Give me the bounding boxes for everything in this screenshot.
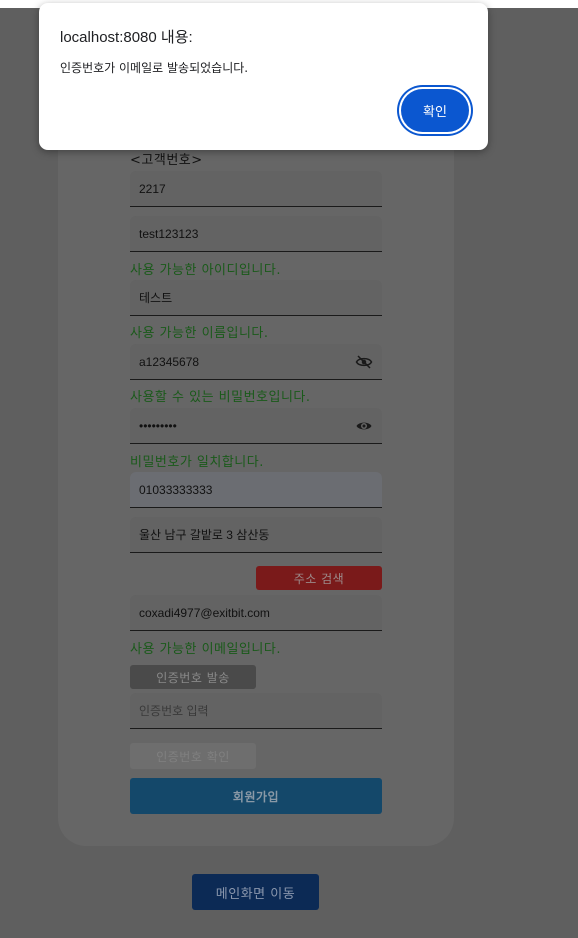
verification-code-placeholder: 인증번호 입력 [139, 704, 209, 718]
password-status: 사용할 수 있는 비밀번호입니다. [130, 390, 311, 405]
name-value: 테스트 [139, 291, 173, 305]
dialog-title: localhost:8080 내용: [60, 29, 193, 46]
phone-value: 01033333333 [139, 482, 213, 497]
eye-icon[interactable] [354, 417, 374, 435]
email-input[interactable]: coxadi4977@exitbit.com [130, 595, 382, 631]
password-input[interactable]: a12345678 [130, 344, 382, 380]
user-id-input[interactable]: test123123 [130, 216, 382, 252]
verification-code-input[interactable]: 인증번호 입력 [130, 693, 382, 729]
password-confirm-status: 비밀번호가 일치합니다. [130, 455, 264, 470]
alert-dialog: localhost:8080 내용: 인증번호가 이메일로 발송되었습니다. 확… [39, 3, 488, 150]
verify-code-button[interactable]: 인증번호 확인 [130, 743, 256, 769]
address-search-button[interactable]: 주소 검색 [256, 566, 382, 590]
password-confirm-input[interactable]: ••••••••• [130, 408, 382, 444]
signup-button[interactable]: 회원가입 [130, 778, 382, 814]
customer-number-label: <고객번호> [130, 153, 203, 168]
eye-slash-icon[interactable] [354, 353, 374, 371]
address-input[interactable]: 울산 남구 갈밭로 3 삼산동 [130, 517, 382, 553]
password-value: a12345678 [139, 354, 200, 369]
go-main-button[interactable]: 메인화면 이동 [192, 874, 319, 910]
customer-number-value: 2217 [139, 181, 166, 196]
address-value: 울산 남구 갈밭로 3 삼산동 [139, 528, 270, 542]
user-id-status: 사용 가능한 아이디입니다. [130, 263, 281, 278]
dialog-message: 인증번호가 이메일로 발송되었습니다. [60, 61, 249, 75]
name-status: 사용 가능한 이름입니다. [130, 326, 269, 341]
email-value: coxadi4977@exitbit.com [139, 605, 270, 620]
password-confirm-value: ••••••••• [139, 418, 177, 433]
send-code-button[interactable]: 인증번호 발송 [130, 665, 256, 689]
dialog-ok-button[interactable]: 확인 [401, 89, 469, 132]
user-id-value: test123123 [139, 226, 199, 241]
email-status: 사용 가능한 이메일입니다. [130, 642, 281, 657]
customer-number-field[interactable]: 2217 [130, 171, 382, 207]
phone-input[interactable]: 01033333333 [130, 472, 382, 508]
name-input[interactable]: 테스트 [130, 280, 382, 316]
